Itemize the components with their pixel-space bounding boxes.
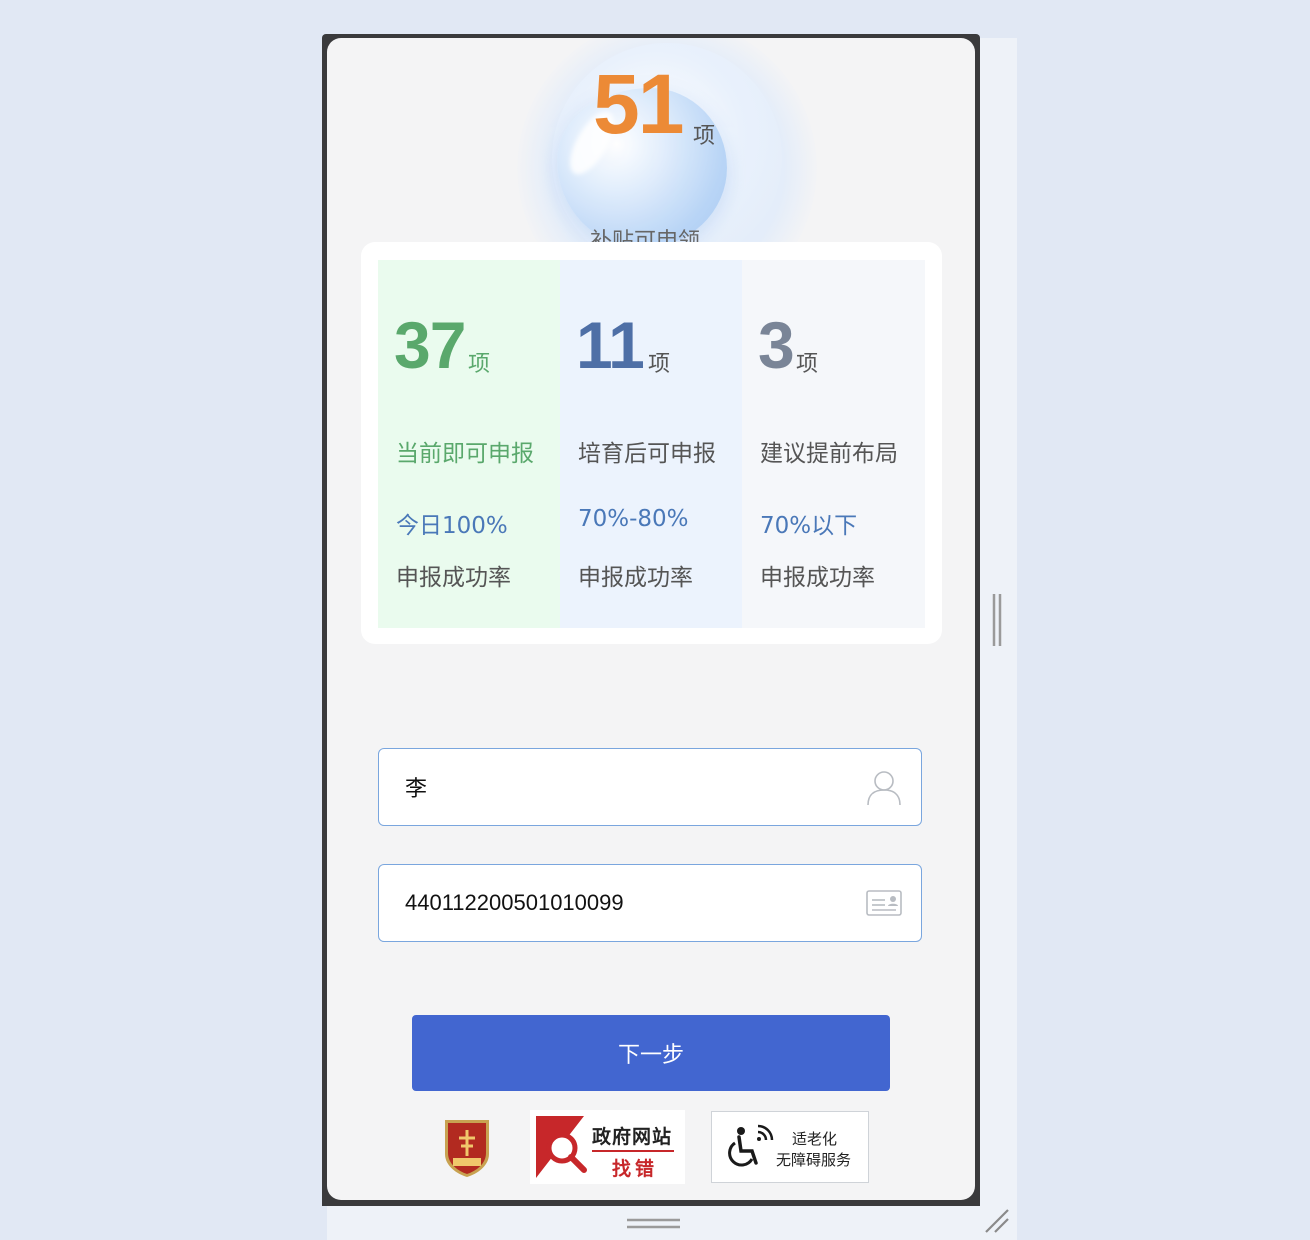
stat-rate: 70%-80% bbox=[578, 506, 689, 532]
stat-col-plan-ahead: 3 项 建议提前布局 70%以下 申报成功率 bbox=[742, 260, 925, 628]
horizontal-resize-handle[interactable] bbox=[627, 1216, 680, 1230]
stats-card: 37 项 当前即可申报 今日100% 申报成功率 11 项 培育后可申报 70%… bbox=[361, 242, 942, 644]
stat-rate-label: 申报成功率 bbox=[396, 565, 511, 591]
id-card-icon bbox=[865, 884, 903, 922]
wheelchair-wifi-icon bbox=[728, 1124, 774, 1167]
stat-col-after-cultivation: 11 项 培育后可申报 70%-80% 申报成功率 bbox=[560, 260, 742, 628]
vertical-resize-handle[interactable] bbox=[991, 594, 1003, 646]
phone-screen: 51 项 补贴可申领 37 项 当前即可申报 今日100% 申报成功率 11 项… bbox=[327, 38, 975, 1200]
stat-rate-label: 申报成功率 bbox=[578, 565, 693, 591]
stat-rate: 70%以下 bbox=[760, 513, 858, 539]
elderly-line1: 适老化 bbox=[792, 1130, 838, 1148]
stat-label: 培育后可申报 bbox=[578, 441, 716, 467]
stat-unit: 项 bbox=[796, 352, 819, 377]
hero-unit: 项 bbox=[693, 124, 716, 149]
party-organ-badge[interactable] bbox=[441, 1116, 493, 1178]
hero-count: 51 bbox=[593, 57, 684, 151]
stat-rate: 今日100% bbox=[396, 513, 508, 539]
stat-rate-label: 申报成功率 bbox=[760, 565, 875, 591]
stat-label: 当前即可申报 bbox=[396, 441, 534, 467]
id-number-field[interactable] bbox=[378, 864, 922, 942]
next-step-button[interactable]: 下一步 bbox=[412, 1015, 890, 1091]
stat-label: 建议提前布局 bbox=[760, 441, 898, 467]
stat-col-ready: 37 项 当前即可申报 今日100% 申报成功率 bbox=[378, 260, 560, 628]
magnifier-icon bbox=[536, 1116, 587, 1178]
find-error-divider bbox=[592, 1150, 674, 1152]
elderly-line2: 无障碍服务 bbox=[776, 1151, 852, 1169]
name-field[interactable] bbox=[378, 748, 922, 826]
stat-unit: 项 bbox=[468, 352, 491, 377]
name-input[interactable] bbox=[405, 749, 845, 824]
find-error-line2: 找错 bbox=[612, 1158, 659, 1180]
elderly-accessibility-badge[interactable]: 适老化 无障碍服务 bbox=[711, 1111, 869, 1183]
user-icon bbox=[865, 768, 903, 806]
stat-count: 37 bbox=[394, 308, 466, 382]
corner-resize-grip-icon[interactable] bbox=[984, 1208, 1010, 1234]
stat-count: 11 bbox=[576, 308, 645, 382]
gov-site-find-error-badge[interactable]: 政府网站 找错 bbox=[530, 1110, 685, 1184]
stat-count: 3 bbox=[758, 308, 795, 382]
stat-unit: 项 bbox=[648, 352, 671, 377]
find-error-line1: 政府网站 bbox=[592, 1126, 673, 1148]
hero-section: 51 项 补贴可申领 bbox=[327, 38, 975, 318]
id-number-input[interactable] bbox=[405, 865, 845, 940]
